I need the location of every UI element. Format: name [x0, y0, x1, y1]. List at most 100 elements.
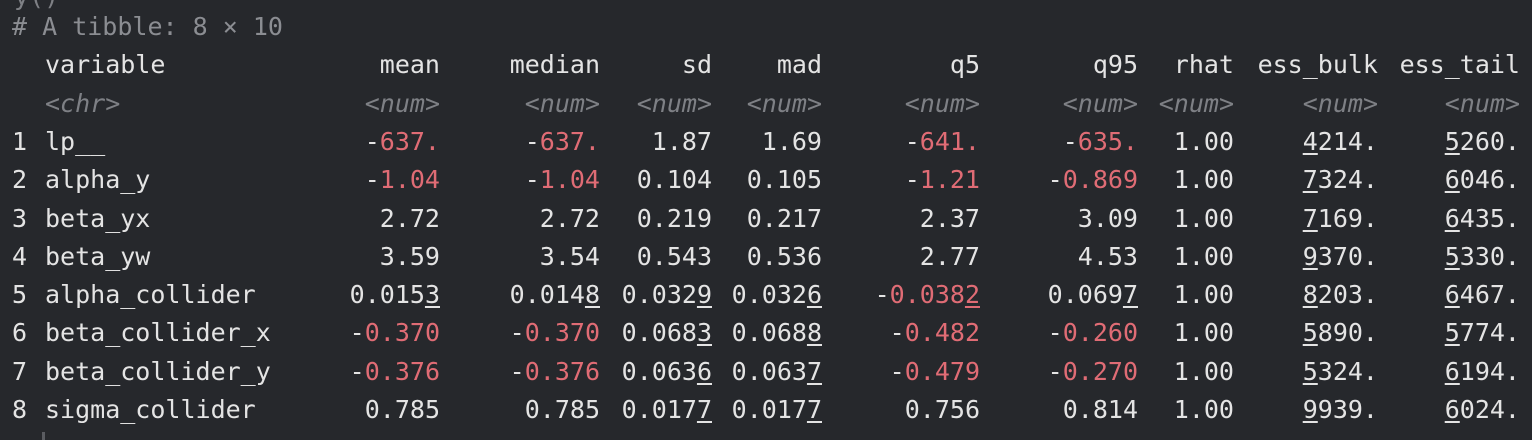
- cell-sd: 0.543: [636, 241, 712, 271]
- cell-sd: 0.0329: [621, 280, 712, 310]
- column-type-variable: <chr>: [45, 88, 121, 118]
- cell-rhat: 1.00: [1173, 241, 1234, 271]
- cell-median: -0.376: [509, 356, 600, 386]
- cell-ess-tail: 5774.: [1444, 318, 1520, 348]
- cell-mean: 0.785: [364, 395, 440, 424]
- table-row: 4 beta_yw 3.59 3.54 0.543 0.536 2.77 4.53 1.00 93…: [0, 238, 1532, 276]
- cell-ess-bulk: 8203.: [1302, 280, 1378, 310]
- cell-ess-bulk: 7324.: [1302, 165, 1378, 195]
- table-row: 3 beta_yx 2.72 2.72 0.219 0.217 2.37 3.09 1.00 71…: [0, 200, 1532, 238]
- cell-q95: 4.53: [1077, 241, 1138, 271]
- column-type-sd: <num>: [636, 88, 712, 118]
- column-header-ess-tail: ess_tail: [1399, 50, 1520, 80]
- cell-median: 2.72: [539, 203, 600, 233]
- row-index: 7: [12, 356, 28, 386]
- cell-median: -0.370: [509, 318, 600, 348]
- cell-mean: 0.0153: [349, 280, 440, 310]
- row-index: 4: [12, 241, 28, 271]
- cell-rhat: 1.00: [1173, 318, 1234, 348]
- cell-q95: -0.260: [1047, 318, 1138, 348]
- cell-median: -637.: [524, 126, 600, 156]
- cell-median: 3.54: [539, 241, 600, 271]
- row-index: 1: [12, 126, 28, 156]
- cell-q5: -0.479: [889, 356, 980, 386]
- cell-ess-bulk: 5890.: [1302, 318, 1378, 348]
- column-type-median: <num>: [524, 88, 600, 118]
- column-type-rhat: <num>: [1158, 88, 1234, 118]
- cell-rhat: 1.00: [1173, 280, 1234, 310]
- table-row: 5 alpha_collider 0.0153 0.0148 0.0329 0.0326 -…: [0, 276, 1532, 314]
- cell-mean: -0.376: [349, 356, 440, 386]
- cell-q95: -635.: [1062, 126, 1138, 156]
- cell-ess-tail: 6194.: [1444, 356, 1520, 386]
- cell-ess-bulk: 9370.: [1302, 241, 1378, 271]
- cell-q95: -0.270: [1047, 356, 1138, 386]
- cell-ess-tail: 5330.: [1444, 241, 1520, 271]
- cell-rhat: 1.00: [1173, 165, 1234, 195]
- cell-q95: -0.869: [1047, 165, 1138, 195]
- column-type-row: <chr> <num> <num> <num> <num> <num> <num> <num>…: [0, 85, 1532, 123]
- cell-ess-tail: 6024.: [1444, 395, 1520, 424]
- table-row: 1 lp__ -637. -637. 1.87 1.69 -641. -635. 1.00 421…: [0, 123, 1532, 161]
- column-type-q95: <num>: [1062, 88, 1138, 118]
- cell-q5: -1.21: [904, 165, 980, 195]
- cell-q95: 0.814: [1062, 395, 1138, 424]
- cell-q5: -0.0382: [874, 280, 980, 310]
- r-console-output: y() # A tibble: 8 × 10variablemeanmedian…: [0, 0, 1532, 440]
- column-header-row: variable mean median sd mad q5 q95 rhat ess_bulk…: [0, 46, 1532, 84]
- cell-rhat: 1.00: [1173, 126, 1234, 156]
- cell-variable: lp__: [45, 126, 106, 156]
- cell-mean: -637.: [364, 126, 440, 156]
- cell-mean: 2.72: [379, 203, 440, 233]
- cell-variable: beta_collider_y: [45, 356, 271, 386]
- cell-rhat: 1.00: [1173, 395, 1234, 424]
- cell-ess-bulk: 5324.: [1302, 356, 1378, 386]
- table-row: 8 sigma_collider 0.785 0.785 0.0177 0.0177 0.7…: [0, 391, 1532, 429]
- column-header-mad: mad: [776, 50, 822, 80]
- column-type-ess-bulk: <num>: [1302, 88, 1378, 118]
- cell-sd: 0.219: [636, 203, 712, 233]
- cell-variable: beta_yw: [45, 241, 151, 271]
- column-header-median: median: [509, 50, 600, 80]
- column-header-ess-bulk: ess_bulk: [1257, 50, 1378, 80]
- cell-sd: 0.0636: [621, 356, 712, 386]
- cell-q95: 3.09: [1077, 203, 1138, 233]
- row-index: 2: [12, 165, 28, 195]
- cell-variable: beta_yx: [45, 203, 151, 233]
- cell-ess-bulk: 4214.: [1302, 126, 1378, 156]
- column-type-ess-tail: <num>: [1444, 88, 1520, 118]
- cell-mad: 0.0326: [731, 280, 822, 310]
- cell-mad: 1.69: [761, 126, 822, 156]
- cell-mad: 0.105: [746, 165, 822, 195]
- cell-q5: -641.: [904, 126, 980, 156]
- cell-mean: 3.59: [379, 241, 440, 271]
- cell-ess-bulk: 7169.: [1302, 203, 1378, 233]
- cell-median: -1.04: [524, 165, 600, 195]
- cell-variable: sigma_collider: [45, 395, 256, 424]
- cell-mad: 0.0688: [731, 318, 822, 348]
- cell-ess-tail: 6435.: [1444, 203, 1520, 233]
- cell-rhat: 1.00: [1173, 356, 1234, 386]
- cell-ess-tail: 6046.: [1444, 165, 1520, 195]
- column-type-mean: <num>: [364, 88, 440, 118]
- cell-median: 0.0148: [509, 280, 600, 310]
- cell-q5: 0.756: [904, 395, 980, 424]
- column-header-variable: variable: [45, 50, 166, 80]
- column-header-q5: q5: [949, 50, 980, 80]
- cell-rhat: 1.00: [1173, 203, 1234, 233]
- cell-q5: 2.37: [919, 203, 980, 233]
- column-header-q95: q95: [1092, 50, 1138, 80]
- row-index: 6: [12, 318, 28, 348]
- cell-variable: alpha_y: [45, 165, 151, 195]
- tibble-header: # A tibble: 8 × 10: [0, 8, 1532, 46]
- row-index: 5: [12, 280, 28, 310]
- cell-mad: 0.217: [746, 203, 822, 233]
- table-row: 7 beta_collider_y -0.376 -0.376 0.0636 0.0637…: [0, 353, 1532, 391]
- cell-mad: 0.536: [746, 241, 822, 271]
- cell-q5: 2.77: [919, 241, 980, 271]
- cell-variable: alpha_collider: [45, 280, 256, 310]
- console-cursor: [42, 432, 45, 440]
- column-type-q5: <num>: [904, 88, 980, 118]
- cell-sd: 0.0683: [621, 318, 712, 348]
- column-type-mad: <num>: [746, 88, 822, 118]
